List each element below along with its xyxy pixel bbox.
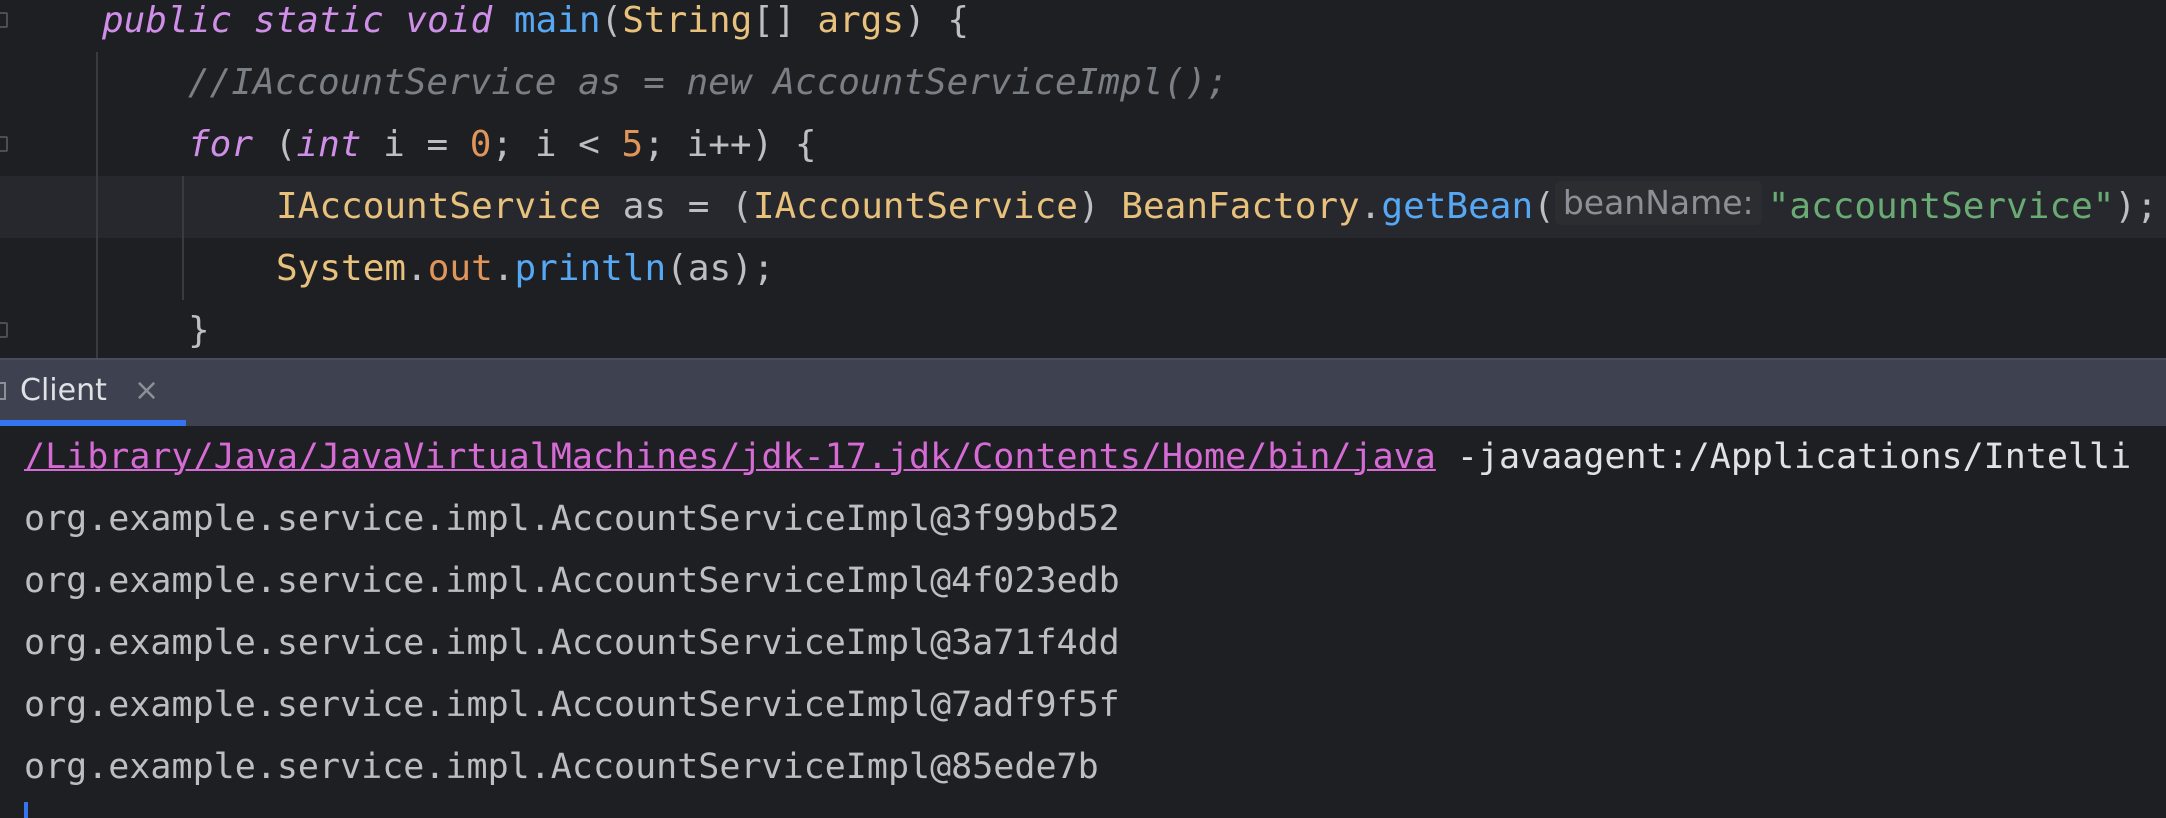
- code-line-main-signature[interactable]: public static void main(String[] args) {: [102, 0, 969, 52]
- number-five: 5: [621, 124, 644, 165]
- code-line-close-brace[interactable]: }: [188, 300, 210, 358]
- assign: as = (: [601, 186, 753, 227]
- call-open: (: [1533, 186, 1555, 227]
- keyword-for: for: [188, 124, 254, 165]
- console-icon: [0, 382, 6, 400]
- indent-guide-method: [96, 52, 98, 358]
- for-open: (: [253, 124, 297, 165]
- code-line-println[interactable]: System.out.println(as);: [276, 238, 775, 300]
- console-output-line: org.example.service.impl.AccountServiceI…: [24, 747, 1099, 787]
- param-name: args: [817, 0, 905, 41]
- run-tool-window-tabbar: Client ×: [0, 358, 2166, 426]
- modifiers: public static void: [102, 0, 493, 41]
- code-line-getbean[interactable]: IAccountService as = (IAccountService) B…: [276, 176, 2158, 238]
- for-tail: ; i++) {: [643, 124, 817, 165]
- type-iaccountservice: IAccountService: [276, 186, 602, 227]
- cast-close: ): [1077, 186, 1122, 227]
- console-caret: [24, 802, 28, 818]
- line-comment: //IAccountService as = new AccountServic…: [188, 62, 1229, 103]
- field-out: out: [427, 248, 493, 289]
- fold-marker-icon[interactable]: [0, 136, 8, 152]
- for-init: i =: [361, 124, 470, 165]
- fold-marker-icon[interactable]: [0, 322, 8, 338]
- paren: (: [600, 0, 623, 41]
- number-zero: 0: [469, 124, 492, 165]
- parameter-hint: beanName:: [1554, 181, 1762, 225]
- dot: .: [492, 248, 515, 289]
- println-args: (as);: [666, 248, 775, 289]
- code-line-comment[interactable]: //IAccountService as = new AccountServic…: [188, 52, 1228, 114]
- class-system: System: [276, 248, 407, 289]
- cast-type: IAccountService: [752, 186, 1078, 227]
- close-brace: }: [188, 310, 210, 351]
- command-args: -javaagent:/Applications/Intelli: [1435, 437, 2132, 477]
- console-output-line: org.example.service.impl.AccountServiceI…: [24, 561, 1120, 601]
- dot: .: [1359, 186, 1382, 227]
- for-cond: ; i <: [491, 124, 622, 165]
- method-getbean: getBean: [1381, 186, 1534, 227]
- dot: .: [406, 248, 428, 289]
- tab-client[interactable]: Client ×: [0, 360, 186, 426]
- code-line-for-loop[interactable]: for (int i = 0; i < 5; i++) {: [188, 114, 817, 176]
- method-name: main: [513, 0, 601, 41]
- console-command-line: /Library/Java/JavaVirtualMachines/jdk-17…: [24, 426, 2131, 488]
- java-path-link[interactable]: /Library/Java/JavaVirtualMachines/jdk-17…: [24, 437, 1436, 477]
- param-type: String: [622, 0, 753, 41]
- indent-guide-for: [182, 176, 184, 300]
- string-literal: "accountService": [1767, 186, 2115, 227]
- console-output-line: org.example.service.impl.AccountServiceI…: [24, 623, 1120, 663]
- console-output[interactable]: /Library/Java/JavaVirtualMachines/jdk-17…: [0, 426, 2166, 818]
- close-icon[interactable]: ×: [134, 360, 159, 422]
- array-brackets: []: [752, 0, 796, 41]
- console-output-line: org.example.service.impl.AccountServiceI…: [24, 499, 1120, 539]
- class-beanfactory: BeanFactory: [1121, 186, 1360, 227]
- call-close: );: [2114, 186, 2158, 227]
- tab-label: Client: [20, 373, 107, 408]
- fold-marker-icon[interactable]: [0, 12, 8, 28]
- keyword-int: int: [296, 124, 362, 165]
- signature-close: ) {: [904, 0, 970, 41]
- code-editor[interactable]: public static void main(String[] args) {…: [0, 0, 2166, 358]
- console-output-line: org.example.service.impl.AccountServiceI…: [24, 685, 1120, 725]
- method-println: println: [514, 248, 667, 289]
